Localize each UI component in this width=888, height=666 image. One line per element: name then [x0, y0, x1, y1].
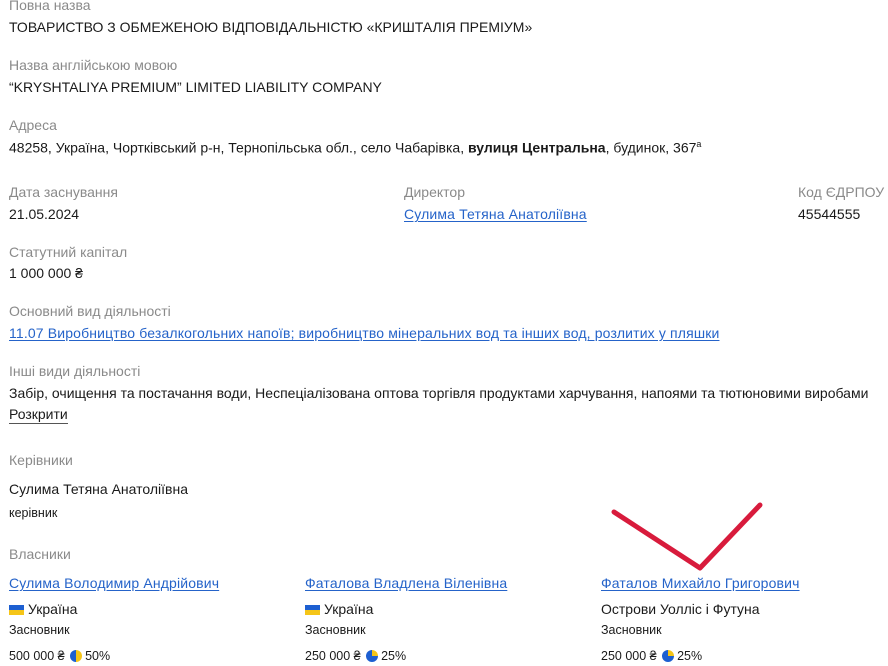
edrpou-value: 45544555 — [798, 206, 861, 222]
founded-label: Дата заснування — [9, 184, 118, 200]
owner-country: Україна — [9, 601, 77, 617]
owner-share-percent: 25% — [381, 649, 407, 663]
owner-name-link[interactable]: Сулима Володимир Андрійович — [9, 575, 219, 591]
owner-role: Засновник — [305, 623, 366, 637]
owner-share: 250 000 ₴ 25% — [305, 649, 406, 663]
owner-amount: 250 000 ₴ — [305, 649, 361, 663]
share-pie-icon — [366, 650, 379, 662]
owner-country-label: Острови Уолліс і Футуна — [601, 601, 760, 617]
owner-share-percent: 50% — [85, 649, 111, 663]
owner-role: Засновник — [601, 623, 662, 637]
address-street: вулиця Центральна — [467, 139, 606, 156]
full-name-label: Повна назва — [9, 0, 91, 13]
address-part1: 48258, Україна, Чортківський р-н, Терноп… — [9, 139, 468, 156]
main-activity-link[interactable]: 11.07 Виробництво безалкогольних напоїв;… — [9, 325, 719, 341]
ukraine-flag-icon — [9, 605, 24, 615]
owner-country: Україна — [305, 601, 373, 617]
owner-role: Засновник — [9, 623, 70, 637]
address-value: 48258, Україна, Чортківський р-н, Терноп… — [9, 139, 701, 156]
expand-button[interactable]: Розкрити — [9, 406, 68, 424]
full-name-value: ТОВАРИСТВО З ОБМЕЖЕНОЮ ВІДПОВІДАЛЬНІСТЮ … — [9, 19, 533, 35]
owner-name-link[interactable]: Фаталова Владлена Віленівна — [305, 575, 507, 591]
owner-share: 250 000 ₴ 25% — [601, 649, 702, 663]
address-sup: а — [696, 139, 702, 149]
other-activities-label: Інші види діяльності — [9, 363, 141, 379]
capital-value: 1 000 000 ₴ — [9, 265, 83, 281]
edrpou-label: Код ЄДРПОУ — [798, 184, 885, 200]
english-name-value: “KRYSHTALIYA PREMIUM” LIMITED LIABILITY … — [9, 79, 382, 95]
owner-share: 500 000 ₴ 50% — [9, 649, 110, 663]
main-activity-label: Основний вид діяльності — [9, 303, 171, 319]
owner-name-link[interactable]: Фаталов Михайло Григорович — [601, 575, 800, 591]
owner-share-percent: 25% — [677, 649, 703, 663]
director-label: Директор — [404, 184, 465, 200]
ukraine-flag-icon — [305, 605, 320, 615]
other-activities-value: Забір, очищення та постачання води, Несп… — [9, 385, 869, 401]
owner-amount: 250 000 ₴ — [601, 649, 657, 663]
manager-role: керівник — [9, 506, 58, 520]
owner-country-label: Україна — [28, 601, 78, 617]
share-pie-icon — [662, 650, 675, 662]
owners-label: Власники — [9, 546, 71, 562]
share-pie-icon — [70, 650, 83, 662]
address-label: Адреса — [9, 117, 57, 133]
owner-amount: 500 000 ₴ — [9, 649, 65, 663]
manager-name: Сулима Тетяна Анатоліївна — [9, 481, 188, 497]
owner-country-label: Україна — [324, 601, 374, 617]
owner-country: Острови Уолліс і Футуна — [601, 601, 760, 617]
english-name-label: Назва англійською мовою — [9, 57, 178, 73]
managers-label: Керівники — [9, 452, 73, 468]
capital-label: Статутний капітал — [9, 244, 128, 260]
director-link[interactable]: Сулима Тетяна Анатоліївна — [404, 206, 587, 222]
address-part2: , будинок, 367 — [605, 139, 697, 156]
founded-value: 21.05.2024 — [9, 206, 80, 222]
